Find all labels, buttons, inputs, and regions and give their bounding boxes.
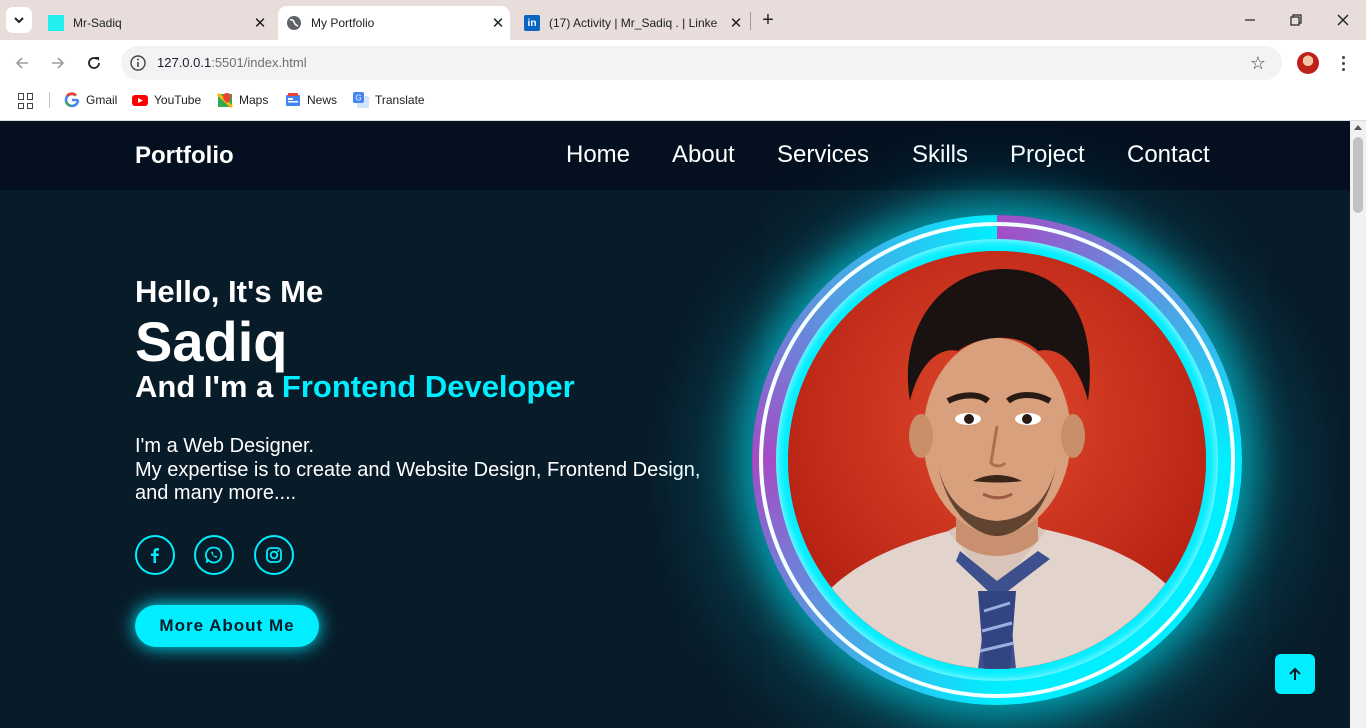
browser-toolbar: 127.0.0.1:5501/index.html ☆ [0, 40, 1366, 86]
info-icon[interactable] [129, 54, 147, 72]
description-line: I'm a Web Designer. [135, 435, 315, 457]
role-prefix: And I'm a [135, 369, 274, 404]
hero-role: And I'm a Frontend Developer [135, 369, 575, 405]
whatsapp-link[interactable] [194, 535, 234, 575]
description-line: My expertise is to create and Website De… [135, 458, 701, 505]
tab-divider [750, 12, 751, 30]
url-path: :5501/index.html [211, 55, 307, 70]
linkedin-icon: in [524, 15, 540, 31]
bookmark-divider [49, 92, 50, 108]
restore-button[interactable] [1286, 10, 1306, 30]
scroll-up-arrow[interactable] [1354, 125, 1362, 130]
tab-title: (17) Activity | Mr_Sadiq . | Linke [549, 16, 718, 30]
close-icon[interactable]: ✕ [490, 15, 506, 32]
tab-linkedin[interactable]: in (17) Activity | Mr_Sadiq . | Linke ✕ [516, 6, 748, 40]
chevron-down-icon [14, 17, 24, 24]
back-arrow-icon [15, 57, 28, 69]
page-scrollbar[interactable] [1350, 121, 1366, 728]
instagram-link[interactable] [254, 535, 294, 575]
nav-home[interactable]: Home [566, 141, 630, 169]
close-icon[interactable]: ✕ [252, 15, 268, 32]
hero-name: Sadiq [135, 310, 288, 373]
minimize-button[interactable] [1240, 10, 1260, 30]
forward-button[interactable] [47, 52, 69, 74]
news-icon [286, 93, 300, 106]
address-bar[interactable]: 127.0.0.1:5501/index.html ☆ [121, 46, 1282, 80]
bookmark-label: YouTube [154, 93, 202, 107]
instagram-icon [266, 547, 282, 563]
portfolio-page: Portfolio Home About Services Skills Pro… [0, 121, 1350, 728]
svg-text:G: G [355, 94, 361, 103]
maps-icon [217, 92, 233, 108]
more-about-me-button[interactable]: More About Me [135, 605, 319, 647]
cyan-square-favicon [48, 15, 64, 31]
tab-title: My Portfolio [311, 16, 375, 30]
bookmark-news[interactable]: News [285, 91, 337, 109]
bookmark-label: Maps [239, 93, 269, 107]
profile-avatar[interactable] [1297, 52, 1319, 74]
forward-arrow-icon [52, 57, 65, 69]
close-icon [1337, 14, 1349, 26]
bookmark-translate[interactable]: G Translate [353, 91, 425, 109]
profile-photo [788, 251, 1206, 669]
bookmark-youtube[interactable]: YouTube [132, 91, 201, 109]
browser-menu-button[interactable] [1333, 52, 1353, 74]
reload-icon [88, 57, 100, 69]
youtube-icon [132, 95, 148, 106]
url-text[interactable]: 127.0.0.1:5501/index.html [157, 55, 307, 70]
google-icon [64, 92, 80, 108]
site-logo[interactable]: Portfolio [135, 142, 234, 170]
back-button[interactable] [11, 52, 33, 74]
hero-description: I'm a Web Designer. My expertise is to c… [135, 435, 725, 506]
tab-search-button[interactable] [6, 7, 32, 33]
restore-icon [1290, 14, 1302, 26]
bookmarks-bar [0, 86, 1366, 121]
facebook-icon [151, 548, 159, 563]
tab-my-portfolio[interactable]: My Portfolio ✕ [278, 6, 510, 40]
apps-grid-icon[interactable] [18, 93, 34, 109]
bookmark-label: Translate [375, 93, 425, 107]
reload-button[interactable] [83, 52, 105, 74]
bookmark-gmail[interactable]: Gmail [64, 91, 117, 109]
translate-icon: G [353, 92, 369, 108]
scroll-to-top-button[interactable] [1275, 654, 1315, 694]
facebook-link[interactable] [135, 535, 175, 575]
profile-portrait-illustration [788, 251, 1206, 669]
new-tab-button[interactable]: + [758, 9, 778, 31]
close-icon[interactable]: ✕ [728, 15, 744, 32]
bookmark-maps[interactable]: Maps [217, 91, 268, 109]
window-close-button[interactable] [1333, 10, 1353, 30]
whatsapp-icon [205, 546, 223, 564]
minimize-icon [1245, 19, 1255, 21]
role-title: Frontend Developer [281, 369, 575, 404]
bookmark-star-icon[interactable]: ☆ [1248, 53, 1268, 73]
tab-strip: Mr-Sadiq ✕ My Portfolio ✕ in (17) Activi… [0, 0, 1366, 40]
url-host: 127.0.0.1 [157, 55, 212, 70]
arrow-up-icon [1289, 667, 1301, 680]
tab-mr-sadiq[interactable]: Mr-Sadiq ✕ [40, 6, 272, 40]
bookmark-label: Gmail [86, 93, 118, 107]
bookmark-label: News [307, 93, 338, 107]
globe-icon [287, 16, 301, 30]
hero-greeting: Hello, It's Me [135, 274, 324, 309]
tab-title: Mr-Sadiq [73, 16, 122, 30]
scrollbar-thumb[interactable] [1353, 137, 1363, 213]
